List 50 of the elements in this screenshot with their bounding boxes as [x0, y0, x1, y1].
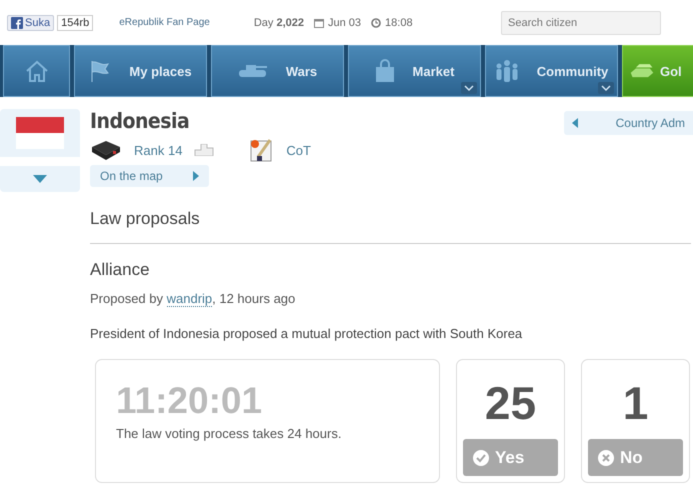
facebook-icon: [11, 16, 23, 28]
fan-page-link[interactable]: eRepublik Fan Page: [119, 17, 210, 28]
nav-item[interactable]: My places: [74, 45, 207, 97]
like-count: 154rb: [57, 14, 94, 30]
date-label: Jun 03: [328, 16, 362, 28]
indonesia-flag-icon: [16, 117, 64, 149]
day-label: Day 2,022: [254, 16, 304, 28]
book-icon: [90, 139, 122, 161]
vote-button[interactable]: Yes: [463, 439, 558, 476]
scroll-quill-icon: [248, 137, 274, 163]
shopping-bag-icon: [374, 59, 395, 83]
caret-down-icon: [33, 175, 47, 183]
check-circle-icon: [473, 450, 489, 466]
rank-label: Rank 14: [134, 142, 182, 158]
clock-icon: [371, 18, 382, 28]
calendar-icon: [314, 18, 324, 28]
nav-item[interactable]: Wars: [211, 45, 344, 97]
author-link[interactable]: wandrip: [166, 291, 212, 307]
nav-item[interactable]: Market: [348, 45, 481, 97]
vote-count: 25: [484, 376, 536, 430]
country-name: Indonesia: [90, 109, 190, 133]
caret-right-icon: [192, 171, 199, 181]
search-field[interactable]: Search citizen: [501, 10, 661, 34]
section-title: Law proposals: [90, 209, 691, 244]
nav-item[interactable]: [3, 45, 70, 97]
vote-count: 1: [622, 376, 648, 430]
vote-button[interactable]: No: [588, 439, 683, 476]
voting-note: The law voting process takes 24 hours.: [116, 426, 342, 441]
countdown-timer: 11:20:01: [116, 380, 264, 422]
cot-link[interactable]: CoT: [286, 142, 311, 158]
close-circle-icon: [598, 450, 614, 466]
like-button[interactable]: Suka: [7, 14, 54, 30]
proposal-title: Alliance: [90, 260, 151, 280]
time-label: 18:08: [385, 16, 413, 28]
house-icon: [24, 60, 48, 82]
tank-icon: [238, 63, 268, 79]
flag-icon: [89, 59, 112, 83]
proposal-description: President of Indonesia proposed a mutual protection pact with South Korea: [90, 326, 524, 341]
people-icon: [494, 59, 519, 83]
caret-left-icon: [572, 118, 578, 128]
proposed-by-text: Proposed by wandrip, 12 hours ago: [90, 291, 296, 306]
country-admin-button[interactable]: Country Adm: [564, 111, 693, 135]
expand-button[interactable]: [0, 166, 80, 192]
on-the-map-button[interactable]: On the map: [90, 165, 209, 187]
nav-item[interactable]: Gol: [622, 45, 693, 97]
podium-icon: [194, 144, 214, 156]
ingot-icon: [629, 62, 655, 80]
dropdown-caret-icon[interactable]: [461, 82, 477, 94]
nav-item[interactable]: Community: [485, 45, 618, 97]
dropdown-caret-icon[interactable]: [598, 82, 614, 94]
